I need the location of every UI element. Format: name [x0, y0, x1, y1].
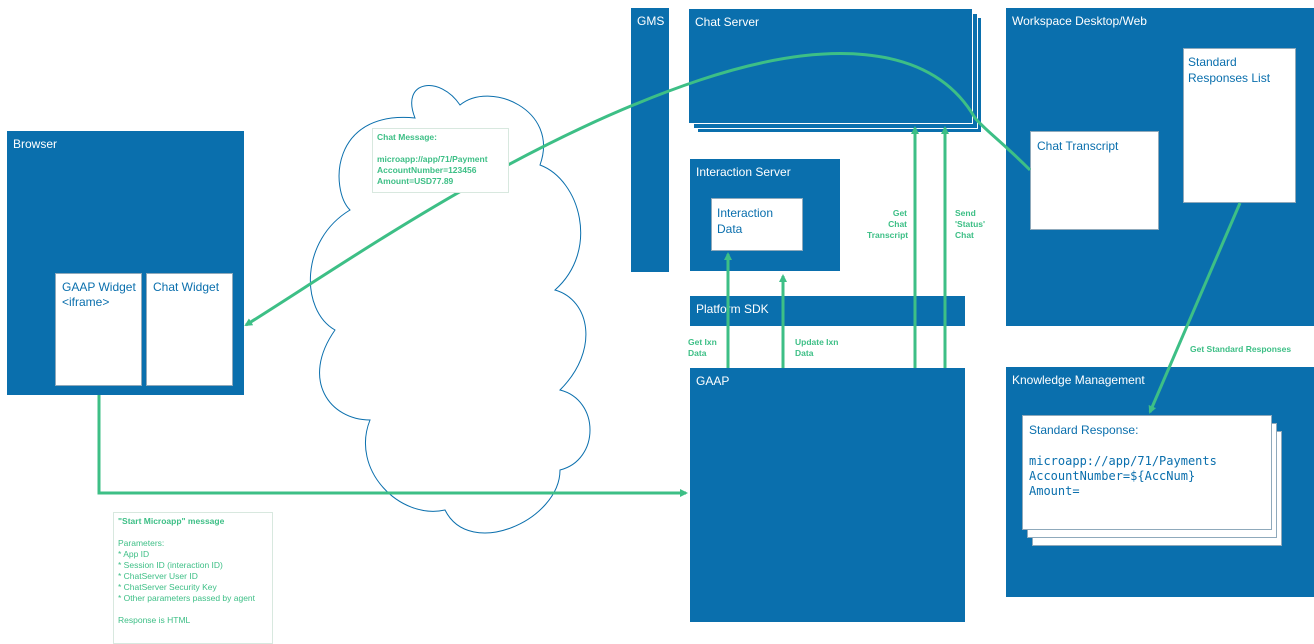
- platform-sdk-box: Platform SDK: [690, 296, 965, 326]
- get-ixn-data-label: Get Ixn Data: [684, 334, 726, 362]
- browser-title: Browser: [13, 137, 58, 151]
- workspace-title: Workspace Desktop/Web: [1012, 14, 1147, 28]
- standard-responses-list-box: Standard Responses List: [1183, 48, 1296, 203]
- chat-message-heading: Chat Message:: [377, 132, 437, 142]
- chat-message-body: microapp://app/71/Payment AccountNumber=…: [377, 154, 488, 186]
- get-chat-transcript-label: Get Chat Transcript: [863, 205, 911, 245]
- chat-server-box: Chat Server: [688, 8, 973, 124]
- standard-responses-list-label: Standard Responses List: [1188, 55, 1271, 85]
- start-microapp-heading: "Start Microapp" message: [118, 516, 225, 526]
- gaap-box: GAAP: [690, 368, 965, 622]
- interaction-data-box: Interaction Data: [711, 198, 803, 251]
- gaap-widget-label: GAAP Widget <iframe>: [62, 280, 136, 309]
- knowledge-management-title: Knowledge Management: [1012, 373, 1145, 387]
- start-microapp-params-title: Parameters:: [118, 538, 165, 548]
- chat-widget-label: Chat Widget: [153, 280, 220, 294]
- update-ixn-data-label: Update Ixn Data: [791, 334, 851, 362]
- send-status-chat-label: Send 'Status' Chat: [951, 205, 991, 245]
- interaction-server-title: Interaction Server: [696, 165, 791, 179]
- standard-response-title: Standard Response:: [1029, 423, 1139, 437]
- get-standard-responses-label: Get Standard Responses: [1186, 341, 1304, 357]
- gaap-widget-box: GAAP Widget <iframe>: [55, 273, 142, 386]
- chat-server-title: Chat Server: [695, 15, 760, 29]
- gms-title: GMS: [637, 14, 665, 28]
- chat-widget-box: Chat Widget: [146, 273, 233, 386]
- chat-transcript-box: Chat Transcript: [1030, 131, 1159, 230]
- chat-transcript-label: Chat Transcript: [1037, 139, 1119, 153]
- platform-sdk-title: Platform SDK: [696, 302, 769, 316]
- standard-response-body: microapp://app/71/Payments AccountNumber…: [1029, 454, 1217, 498]
- standard-response-box: Standard Response: microapp://app/71/Pay…: [1022, 415, 1272, 530]
- gaap-title: GAAP: [696, 374, 730, 388]
- gms-box: GMS: [631, 8, 669, 272]
- start-microapp-params: * App ID * Session ID (interaction ID) *…: [118, 549, 256, 603]
- chat-message-note: Chat Message: microapp://app/71/Payment …: [372, 128, 509, 193]
- interaction-data-label: Interaction Data: [717, 206, 774, 236]
- start-microapp-note: "Start Microapp" message Parameters: * A…: [113, 512, 273, 644]
- start-microapp-arrow: [97, 395, 688, 497]
- start-microapp-response: Response is HTML: [118, 615, 191, 625]
